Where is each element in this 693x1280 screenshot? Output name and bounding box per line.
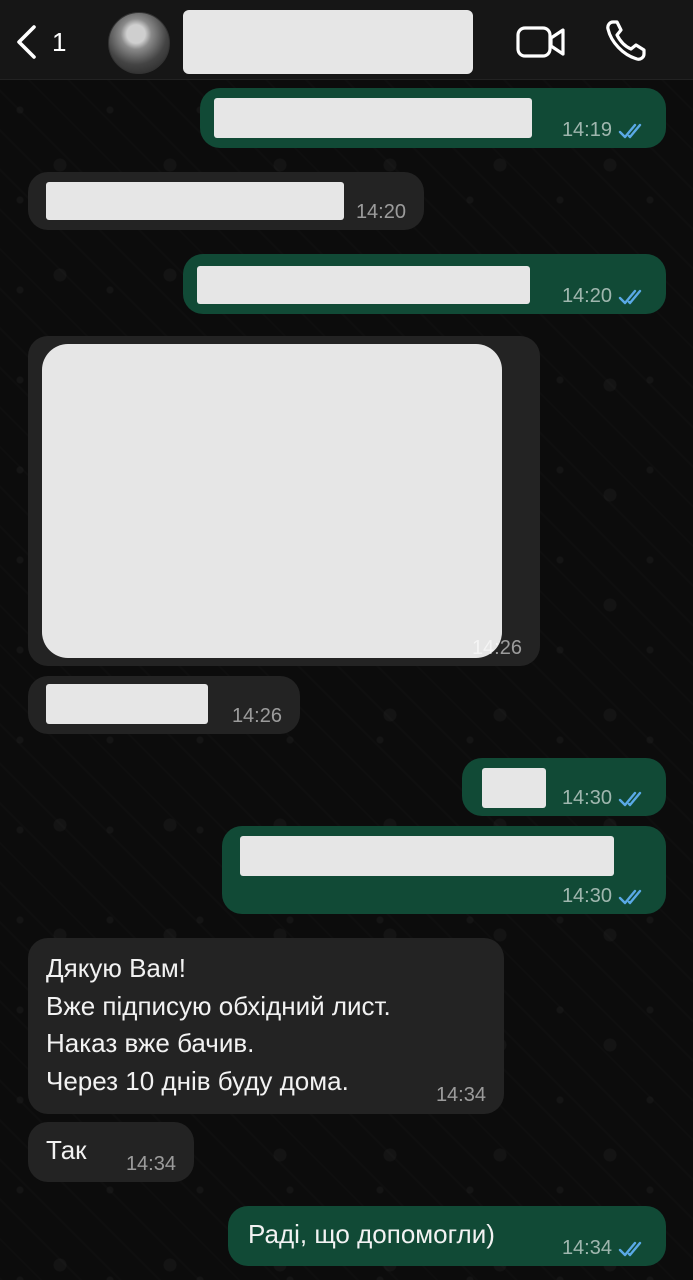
message-meta: 14:26 bbox=[472, 634, 522, 663]
chat-header: 1 bbox=[0, 0, 693, 80]
unread-count: 1 bbox=[52, 26, 67, 57]
message-time: 14:34 bbox=[561, 1237, 612, 1259]
message-time: 14:30 bbox=[561, 885, 612, 907]
message-bubble-incoming[interactable]: 14:26 bbox=[28, 676, 300, 734]
message-time: 14:34 bbox=[125, 1153, 176, 1175]
redacted-text bbox=[197, 266, 530, 304]
message-bubble-incoming[interactable]: Так 14:34 bbox=[28, 1122, 194, 1182]
message-meta: 14:34 bbox=[436, 1081, 486, 1110]
message-meta: 14:30 bbox=[562, 882, 648, 911]
chat-screen: 1 14:19 14:20 14:20 14:26 14:26 14:30 14… bbox=[0, 0, 693, 1280]
redacted-text bbox=[46, 684, 208, 724]
redacted-text bbox=[482, 768, 546, 808]
message-bubble-incoming[interactable]: Дякую Вам! Вже підписую обхідний лист. Н… bbox=[28, 938, 504, 1114]
message-time: 14:20 bbox=[355, 201, 406, 223]
message-bubble-outgoing[interactable]: 14:20 bbox=[183, 254, 666, 314]
message-time: 14:19 bbox=[561, 119, 612, 141]
double-check-icon bbox=[618, 1241, 642, 1256]
double-check-icon bbox=[618, 123, 642, 138]
double-check-icon bbox=[618, 889, 642, 904]
message-time: 14:20 bbox=[561, 285, 612, 307]
avatar[interactable] bbox=[108, 12, 170, 74]
message-bubble-outgoing[interactable]: 14:30 bbox=[462, 758, 666, 816]
message-bubble-incoming[interactable]: 14:20 bbox=[28, 172, 424, 230]
redacted-text bbox=[46, 182, 344, 220]
message-meta: 14:26 bbox=[232, 702, 282, 731]
double-check-icon bbox=[618, 791, 642, 806]
message-bubble-incoming-media[interactable]: 14:26 bbox=[28, 336, 540, 666]
redacted-media[interactable] bbox=[42, 344, 502, 658]
double-check-icon bbox=[618, 289, 642, 304]
redacted-text bbox=[240, 836, 614, 876]
back-button[interactable]: 1 bbox=[14, 22, 66, 62]
video-camera-icon[interactable] bbox=[515, 22, 567, 62]
message-text: Так bbox=[46, 1135, 87, 1165]
message-time: 14:30 bbox=[561, 787, 612, 809]
message-meta: 14:20 bbox=[562, 282, 648, 311]
message-meta: 14:34 bbox=[126, 1150, 176, 1179]
phone-icon[interactable] bbox=[603, 18, 649, 64]
message-time: 14:34 bbox=[435, 1084, 486, 1106]
message-time: 14:26 bbox=[231, 705, 282, 727]
redacted-text bbox=[214, 98, 532, 138]
message-meta: 14:20 bbox=[356, 198, 406, 227]
message-bubble-outgoing[interactable]: 14:30 bbox=[222, 826, 666, 914]
message-bubble-outgoing[interactable]: Раді, що допомогли) 14:34 bbox=[228, 1206, 666, 1266]
message-meta: 14:19 bbox=[562, 116, 648, 145]
message-meta: 14:34 bbox=[562, 1234, 648, 1263]
chevron-left-icon bbox=[17, 25, 36, 59]
message-text: Раді, що допомогли) bbox=[248, 1219, 495, 1249]
message-bubble-outgoing[interactable]: 14:19 bbox=[200, 88, 666, 148]
message-meta: 14:30 bbox=[562, 784, 648, 813]
message-time: 14:26 bbox=[471, 637, 522, 659]
message-text: Дякую Вам! Вже підписую обхідний лист. Н… bbox=[46, 953, 391, 1097]
contact-name[interactable] bbox=[183, 10, 473, 74]
